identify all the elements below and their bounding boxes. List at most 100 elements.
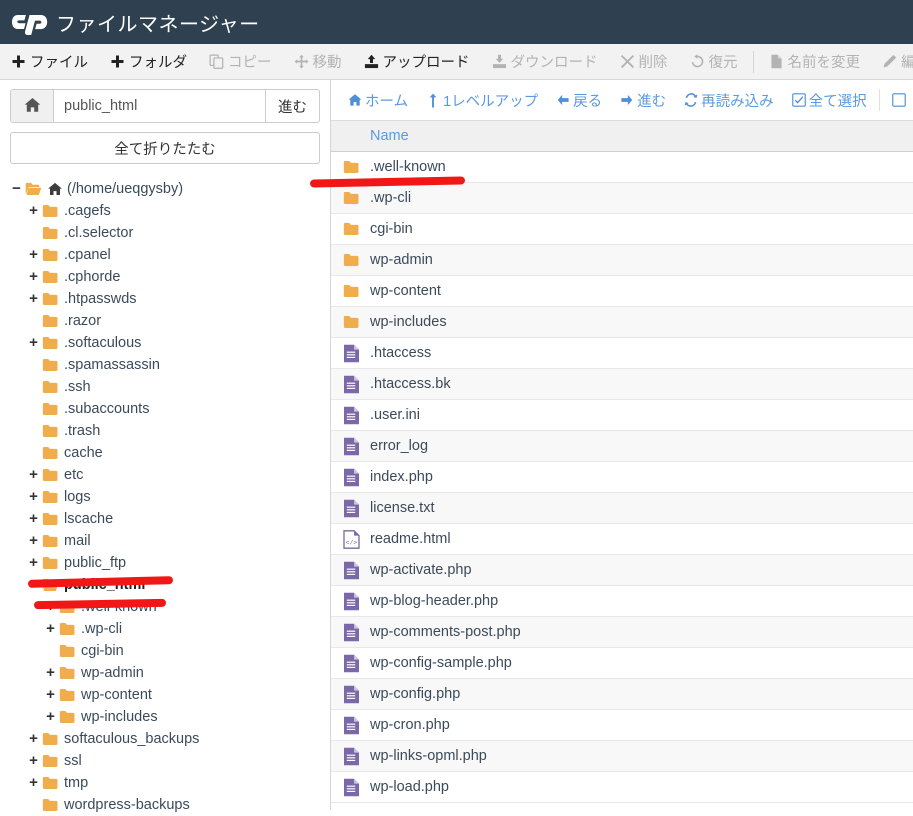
file-row[interactable]: </> readme.html [331,524,913,555]
new-file-button[interactable]: ファイル [0,44,99,79]
tree-node-subaccounts[interactable]: .subaccounts [10,398,320,420]
file-row[interactable]: wp-config.php [331,679,913,710]
tree-node-softaculous_backups[interactable]: + softaculous_backups [10,728,320,750]
expand-toggle-icon[interactable]: + [27,552,40,574]
expand-toggle-icon[interactable]: + [44,662,57,684]
file-row[interactable]: .wp-cli [331,183,913,214]
file-row[interactable]: .htaccess [331,338,913,369]
new-folder-button[interactable]: フォルダ [99,44,198,79]
expand-toggle-icon[interactable]: + [44,706,57,728]
go-button[interactable]: 進む [265,90,319,122]
delete-button[interactable]: 削除 [609,44,679,79]
tree-node-mail[interactable]: + mail [10,530,320,552]
folder-icon [42,556,59,570]
tree-node-label: etc [64,467,84,483]
file-row[interactable]: wp-cron.php [331,710,913,741]
nav-reload-button[interactable]: 再読み込み [675,90,783,111]
nav-level-up-label: 1レベルアップ [443,93,539,110]
move-button[interactable]: 移動 [283,44,353,79]
tree-node-htpasswds[interactable]: + .htpasswds [10,288,320,310]
expand-toggle-icon[interactable]: + [27,266,40,288]
file-row[interactable]: license.txt [331,493,913,524]
nav-back-button[interactable]: 戻る [547,90,611,111]
expand-toggle-icon[interactable]: + [27,244,40,266]
nav-forward-button[interactable]: 進む [611,90,675,111]
file-row[interactable]: wp-comments-post.php [331,617,913,648]
tree-node-logs[interactable]: + logs [10,486,320,508]
tree-node-trash[interactable]: .trash [10,420,320,442]
file-row[interactable]: .htaccess.bk [331,369,913,400]
home-icon-button[interactable] [11,90,54,122]
file-row[interactable]: wp-links-opml.php [331,741,913,772]
tree-node-wp-admin[interactable]: + wp-admin [10,662,320,684]
expand-toggle-icon[interactable]: + [27,200,40,222]
tree-node-wp-cli[interactable]: + .wp-cli [10,618,320,640]
tree-node-label: logs [64,489,91,505]
expand-toggle-icon[interactable]: + [27,486,40,508]
tree-node-well-known[interactable]: + .well-known [10,596,320,618]
expand-toggle-icon[interactable]: + [44,618,57,640]
tree-node-wp-includes[interactable]: + wp-includes [10,706,320,728]
tree-node-cagefs[interactable]: + .cagefs [10,200,320,222]
level-up-icon [426,93,440,107]
tree-node-tmp[interactable]: + tmp [10,772,320,794]
tree-node-public_ftp[interactable]: + public_ftp [10,552,320,574]
restore-button[interactable]: 復元 [679,44,749,79]
file-row[interactable]: wp-activate.php [331,555,913,586]
expand-toggle-icon[interactable]: + [27,288,40,310]
tree-node-softaculous[interactable]: + .softaculous [10,332,320,354]
collapse-toggle-icon[interactable]: − [27,574,40,596]
tree-node-spamassassin[interactable]: .spamassassin [10,354,320,376]
rename-button[interactable]: 名前を変更 [758,44,872,79]
nav-select-all-button[interactable]: 全て選択 [783,90,876,111]
expand-toggle-icon[interactable]: + [44,596,57,618]
tree-node-ssh[interactable]: .ssh [10,376,320,398]
tree-node-wordpress-backups[interactable]: wordpress-backups [10,794,320,816]
nav-home-button[interactable]: ホーム [339,90,417,111]
tree-node-cphorde[interactable]: + .cphorde [10,266,320,288]
tree-node-ssl[interactable]: + ssl [10,750,320,772]
tree-node-razor[interactable]: .razor [10,310,320,332]
tree-node-cgi-bin[interactable]: cgi-bin [10,640,320,662]
copy-button[interactable]: コピー [198,44,283,79]
download-button[interactable]: ダウンロード [481,44,609,79]
file-row[interactable]: index.php [331,462,913,493]
upload-button[interactable]: アップロード [353,44,481,79]
expand-toggle-icon[interactable]: + [44,684,57,706]
tree-node-cache[interactable]: cache [10,442,320,464]
tree-node-homeueqgysby[interactable]: − (/home/ueqgysby) [10,178,320,200]
nav-unselect-all-button[interactable] [883,93,913,107]
tree-node-cpanel[interactable]: + .cpanel [10,244,320,266]
path-input[interactable] [54,90,265,122]
collapse-toggle-icon[interactable]: − [10,178,23,200]
expand-toggle-icon[interactable]: + [27,772,40,794]
column-header-name[interactable]: Name [331,128,409,144]
file-row[interactable]: wp-includes [331,307,913,338]
folder-icon [340,222,362,236]
file-row[interactable]: wp-admin [331,245,913,276]
file-row[interactable]: error_log [331,431,913,462]
edit-button[interactable]: 編集 [871,44,913,79]
file-row[interactable]: wp-blog-header.php [331,586,913,617]
file-row[interactable]: wp-content [331,276,913,307]
file-row[interactable]: wp-config-sample.php [331,648,913,679]
tree-node-clselector[interactable]: .cl.selector [10,222,320,244]
expand-toggle-icon[interactable]: + [27,728,40,750]
expand-toggle-icon[interactable]: + [27,530,40,552]
tree-node-etc[interactable]: + etc [10,464,320,486]
file-row[interactable]: .well-known [331,152,913,183]
nav-level-up-button[interactable]: 1レベルアップ [417,90,547,111]
tree-node-wp-content[interactable]: + wp-content [10,684,320,706]
expand-toggle-icon[interactable]: + [27,332,40,354]
file-row[interactable]: wp-load.php [331,772,913,803]
sidebar: 進む 全て折りたたむ − (/home/ueqgysby) + .cagefs .cl.… [0,80,330,813]
file-row[interactable]: .user.ini [331,400,913,431]
tree-node-lscache[interactable]: + lscache [10,508,320,530]
expand-toggle-icon[interactable]: + [27,750,40,772]
expand-toggle-icon[interactable]: + [27,464,40,486]
collapse-all-button[interactable]: 全て折りたたむ [10,132,320,164]
expand-toggle-icon[interactable]: + [27,508,40,530]
move-label: 移動 [312,55,342,71]
tree-node-public_html[interactable]: − public_html [10,574,320,596]
file-row[interactable]: cgi-bin [331,214,913,245]
